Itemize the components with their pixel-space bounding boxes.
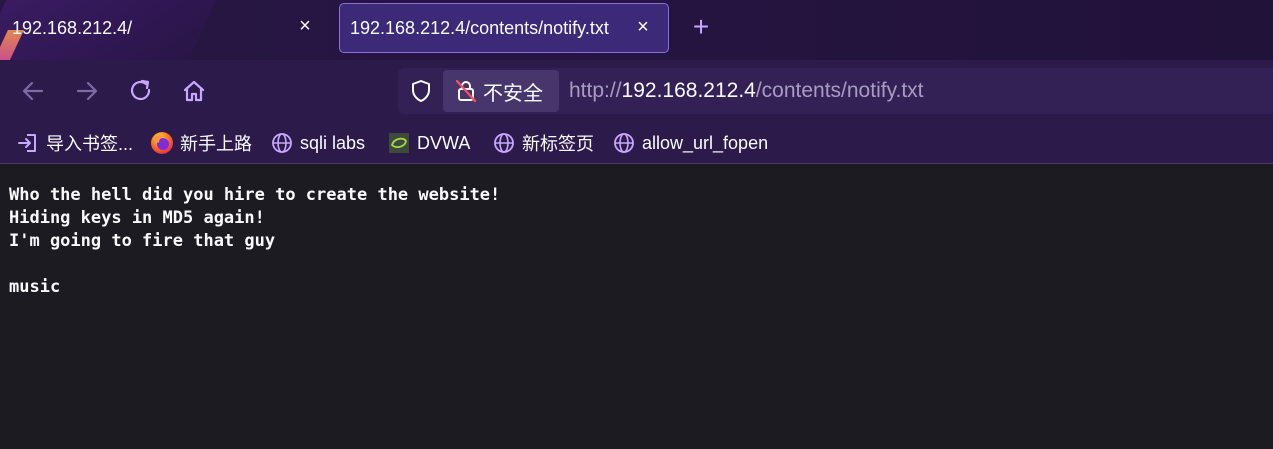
url-host: 192.168.212.4 [621,79,756,102]
back-button[interactable] [16,74,50,108]
text-line: Hiding keys in MD5 again! [9,208,265,228]
bookmark-label: 新手上路 [180,134,252,154]
tab-title: 192.168.212.4/contents/notify.txt [350,17,609,38]
tab-close-button[interactable]: × [294,15,316,37]
firefox-icon [150,131,174,155]
bookmark-label: 新标签页 [522,134,594,154]
home-button[interactable] [177,74,211,108]
page-content: Who the hell did you hire to create the … [0,164,1273,449]
tab-title: 192.168.212.4/ [12,17,133,38]
url-path: /contents/notify.txt [755,79,924,102]
globe-icon [612,131,636,155]
reload-icon [130,79,151,101]
bookmark-label: allow_url_fopen [642,132,769,153]
text-line: Who the hell did you hire to create the … [9,185,501,205]
shield-icon [412,80,430,102]
connection-insecure-button[interactable]: 不安全 [443,70,559,112]
import-icon [16,131,40,155]
navigation-toolbar: 不安全 http://192.168.212.4/contents/notify… [0,60,1273,122]
tab-home[interactable]: 192.168.212.4/ × [0,3,332,53]
bookmark-import[interactable]: 导入书签... [16,130,133,156]
insecure-lock-icon [455,79,477,103]
browser-window: 192.168.212.4/ × 192.168.212.4/contents/… [0,0,1273,449]
bookmark-new-tab[interactable]: 新标签页 [492,130,594,156]
url-text[interactable]: http://192.168.212.4/contents/notify.txt [569,68,924,114]
text-line: I'm going to fire that guy [9,231,276,251]
tab-notify-active[interactable]: 192.168.212.4/contents/notify.txt × [339,3,669,53]
insecure-label: 不安全 [483,82,543,105]
dvwa-icon [387,131,411,155]
tab-close-button[interactable]: × [632,16,654,38]
bookmark-allow-url-fopen[interactable]: allow_url_fopen [612,130,768,156]
forward-button[interactable] [70,74,104,108]
arrow-left-icon [22,81,44,101]
bookmark-sqli-labs[interactable]: sqli labs [270,130,365,156]
bookmark-label: 导入书签... [46,134,134,154]
reload-button[interactable] [124,74,158,108]
url-scheme: http:// [569,79,622,102]
bookmark-getting-started[interactable]: 新手上路 [150,130,252,156]
bookmarks-toolbar: 导入书签... 新手上路 sqli labs DVWA 新标签页 allow_u… [0,122,1273,164]
bookmark-dvwa[interactable]: DVWA [387,130,470,156]
tab-strip: 192.168.212.4/ × 192.168.212.4/contents/… [0,0,1273,60]
tracking-protection-button[interactable] [406,76,436,106]
bookmark-label: sqli labs [300,132,366,153]
url-bar[interactable]: 不安全 http://192.168.212.4/contents/notify… [398,68,1273,114]
globe-icon [492,131,516,155]
text-line: music [9,277,61,297]
home-icon [183,80,205,102]
new-tab-button[interactable]: + [688,13,714,41]
bookmark-label: DVWA [417,132,471,153]
arrow-right-icon [76,81,98,101]
globe-icon [270,131,294,155]
